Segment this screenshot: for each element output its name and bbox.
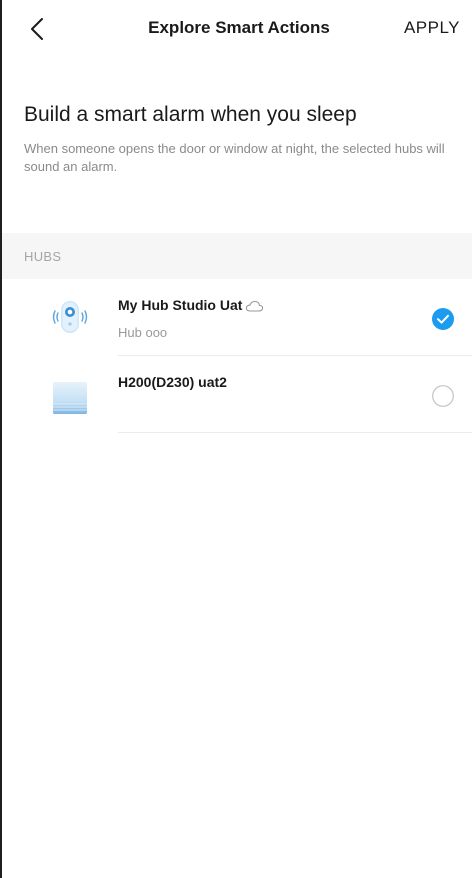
checkbox-checked-icon[interactable] [432, 308, 454, 330]
hub-item-h200[interactable]: H200(D230) uat2 [2, 356, 472, 433]
apply-button[interactable]: APPLY [404, 18, 460, 38]
cloud-icon [245, 299, 264, 312]
intro-title: Build a smart alarm when you sleep [24, 103, 357, 126]
h200-device-icon [47, 375, 93, 421]
checkbox-unchecked-icon[interactable] [432, 385, 454, 407]
nav-header: Explore Smart Actions APPLY [2, 0, 472, 58]
intro-description: When someone opens the door or window at… [24, 141, 445, 174]
hub-name: H200(D230) uat2 [118, 374, 227, 390]
hub-name-row: H200(D230) uat2 [118, 374, 227, 390]
intro-section: Build a smart alarm when you sleep When … [2, 58, 472, 233]
hub-subtitle: Hub ooo [118, 325, 168, 340]
hub-text: My Hub Studio Uat Hub ooo [118, 297, 264, 340]
hub-device-icon [47, 294, 93, 340]
hub-name: My Hub Studio Uat [118, 297, 243, 313]
hub-text: H200(D230) uat2 [118, 374, 227, 402]
section-header-hubs: HUBS [2, 233, 472, 279]
hub-list: My Hub Studio Uat Hub ooo H200(D230) uat… [2, 279, 472, 433]
hub-name-row: My Hub Studio Uat [118, 297, 264, 313]
smart-action-screen: Explore Smart Actions APPLY Build a smar… [0, 0, 472, 878]
hub-item-my-hub-studio[interactable]: My Hub Studio Uat Hub ooo [2, 279, 472, 356]
divider [118, 432, 472, 433]
page-title: Explore Smart Actions [148, 18, 330, 37]
